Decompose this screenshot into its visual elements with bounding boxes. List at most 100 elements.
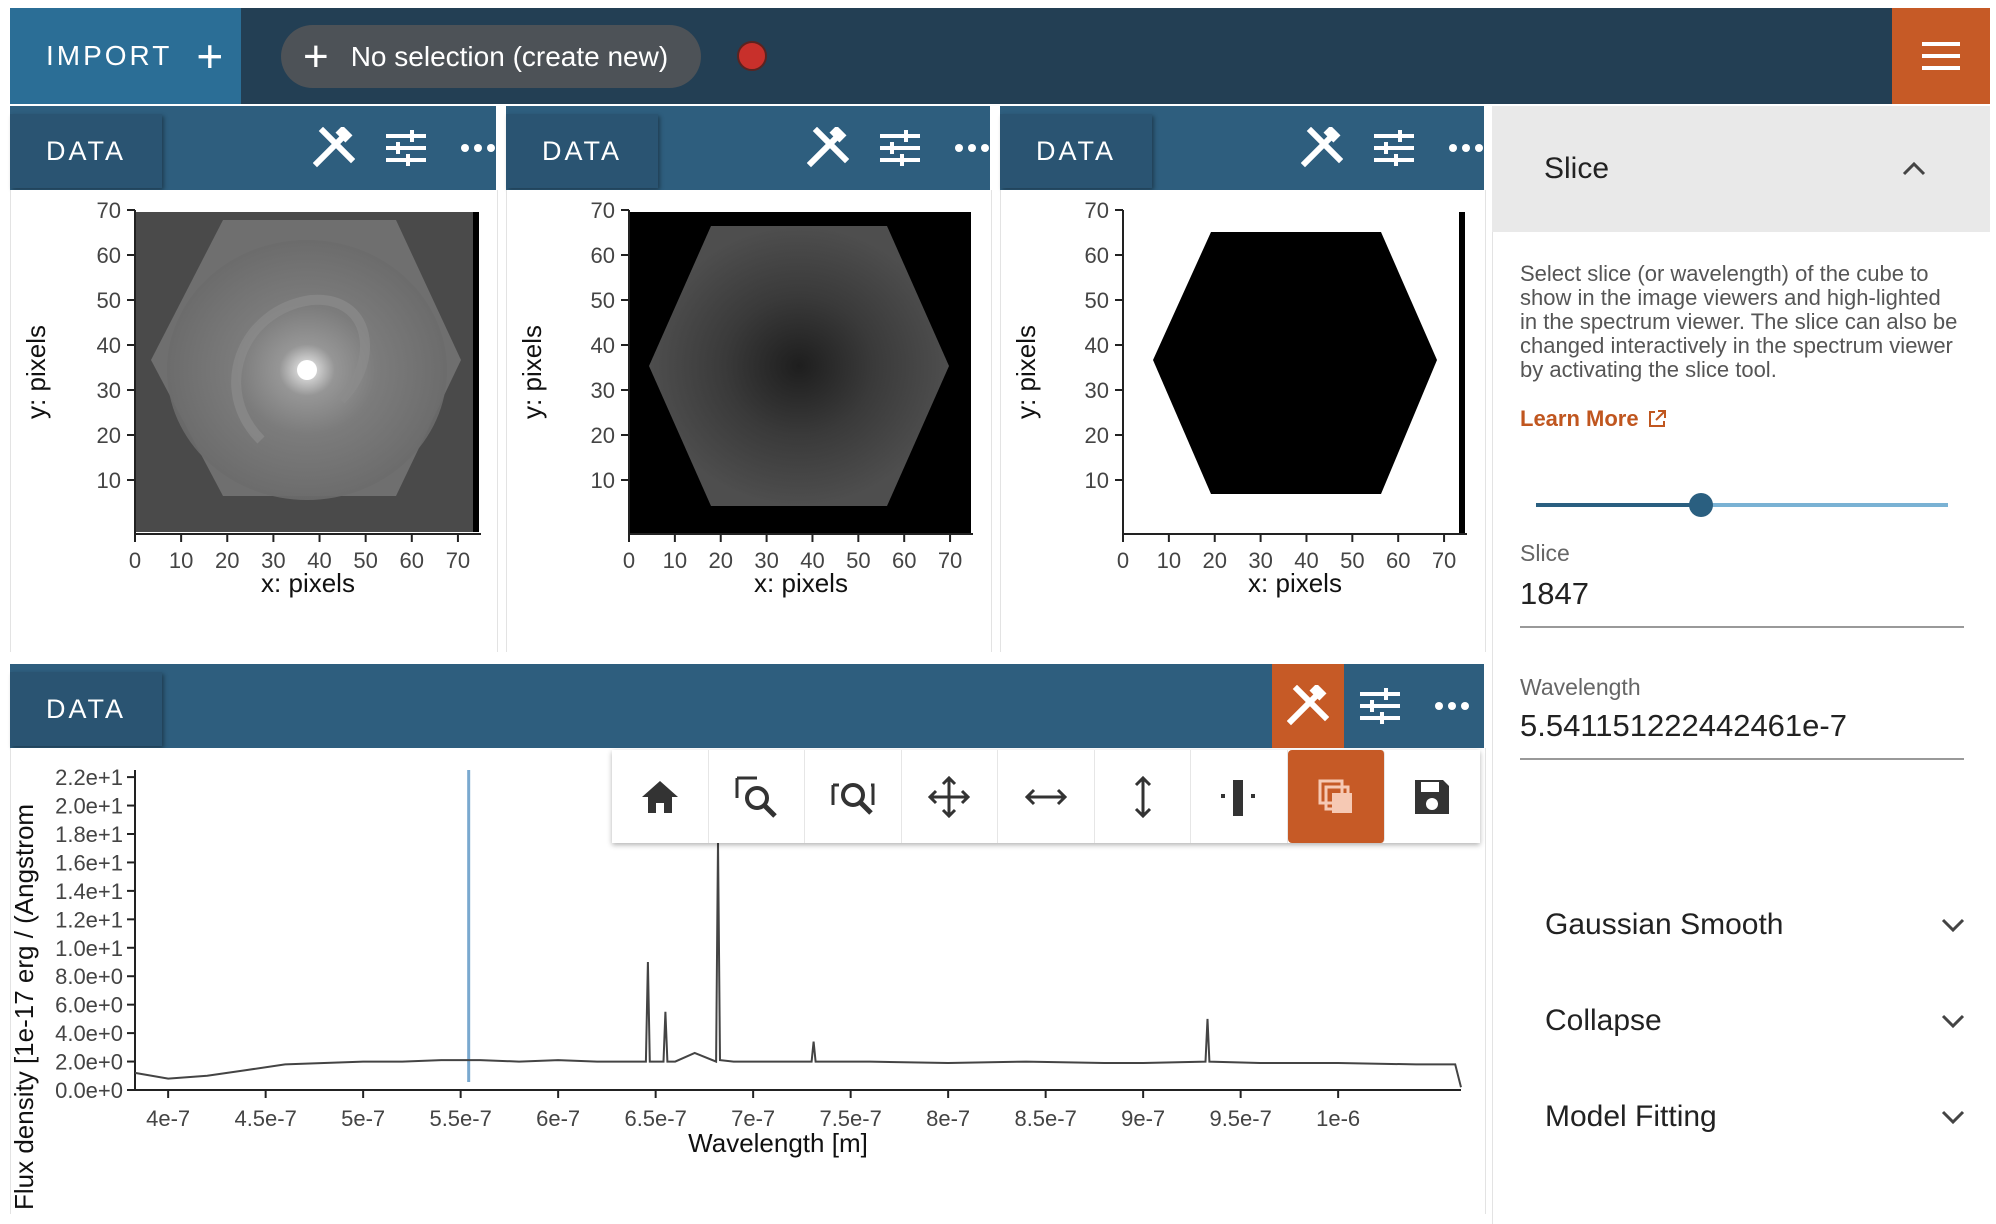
viewer-tab-label: DATA	[542, 136, 623, 166]
hammer-wrench-icon	[1287, 685, 1329, 726]
viewer-3-data-tab[interactable]: DATA	[1000, 114, 1153, 188]
plugin-title: Gaussian Smooth	[1545, 908, 1784, 941]
x-tick-label: 70	[446, 548, 470, 573]
x-tick-label: 70	[1432, 548, 1456, 573]
layer-options-button[interactable]	[370, 106, 442, 190]
y-tick-label: 1.0e+1	[55, 936, 123, 961]
model-fitting-header[interactable]: Model Fitting	[1545, 1100, 1965, 1134]
image-viewer-1[interactable]: 706050403020100 10 20 30 40 50 60 70x: pixelsy:…	[11, 190, 497, 652]
x-range-zoom-button[interactable]	[805, 750, 902, 843]
slice-tool-icon	[1221, 779, 1256, 816]
viewer-2-data-tab[interactable]: DATA	[506, 114, 659, 188]
move-arrows-icon	[928, 775, 971, 818]
more-options-button[interactable]	[1416, 664, 1488, 748]
x-tick-label: 0	[1117, 548, 1129, 573]
x-tick-label: 50	[1340, 548, 1364, 573]
x-tick-label: 4.5e-7	[234, 1106, 296, 1131]
chevron-down-icon	[1941, 918, 1965, 933]
pan-x-button[interactable]	[998, 750, 1095, 843]
image-right-edge	[1459, 212, 1465, 534]
x-tick-label: 20	[1202, 548, 1226, 573]
learn-more-label: Learn More	[1520, 406, 1639, 431]
y-tick-label: 60	[1085, 243, 1109, 268]
save-image-button[interactable]	[1385, 750, 1481, 843]
box-zoom-icon	[735, 776, 778, 818]
y-tick-label: 2.0e+0	[55, 1050, 123, 1075]
collapse-header[interactable]: Collapse	[1545, 1004, 1965, 1038]
viewer-1-header: DATA	[10, 106, 496, 190]
hammer-wrench-icon	[807, 127, 849, 168]
slice-tool-button[interactable]	[1191, 750, 1288, 843]
slider-thumb[interactable]	[1688, 493, 1713, 517]
import-button[interactable]: IMPORT +	[10, 8, 241, 104]
chevron-down-icon	[1941, 1110, 1965, 1125]
x-tick-label: 70	[938, 548, 962, 573]
image-right-edge	[473, 212, 479, 532]
slice-field-value[interactable]: 1847	[1520, 576, 1589, 612]
slider-fill	[1536, 503, 1701, 507]
y-axis-label: y: pixels	[1011, 325, 1041, 419]
x-tick-label: 5e-7	[341, 1106, 385, 1131]
slice-slider[interactable]	[1536, 490, 1948, 520]
learn-more-link[interactable]: Learn More	[1520, 406, 1667, 432]
box-zoom-button[interactable]	[709, 750, 806, 843]
more-options-button[interactable]	[936, 106, 1008, 190]
stacked-layers-icon	[1318, 779, 1352, 813]
vertical-arrows-icon	[1134, 775, 1151, 818]
tools-button[interactable]	[298, 106, 370, 190]
y-tick-label: 30	[591, 378, 615, 403]
more-options-button[interactable]	[442, 106, 514, 190]
more-horizontal-icon	[461, 144, 495, 152]
y-tick-label: 8.0e+0	[55, 964, 123, 989]
viewer-2-header: DATA	[506, 106, 990, 190]
import-label: IMPORT	[46, 40, 173, 71]
y-axis-label: y: pixels	[517, 325, 547, 419]
home-button[interactable]	[612, 750, 709, 843]
image-viewer-2[interactable]: 706050403020100 10 20 30 40 50 60 70x: pixelsy:…	[507, 190, 991, 652]
chevron-up-icon[interactable]	[1902, 160, 1926, 176]
y-tick-label: 40	[97, 333, 121, 358]
y-tick-label: 60	[591, 243, 615, 268]
home-icon	[641, 780, 678, 813]
plus-icon: +	[303, 31, 329, 81]
y-tick-label: 1.4e+1	[55, 879, 123, 904]
image-viewer-3[interactable]: 706050403020100 10 20 30 40 50 60 70x: pixelsy:…	[1001, 190, 1485, 652]
spectrum-tool-bar	[612, 750, 1480, 843]
sliders-icon	[386, 130, 426, 166]
layer-options-button[interactable]	[864, 106, 936, 190]
selection-label: No selection (create new)	[350, 40, 669, 72]
external-link-icon	[1648, 410, 1666, 427]
tools-button[interactable]	[1286, 106, 1358, 190]
y-tick-label: 10	[591, 468, 615, 493]
spectral-extraction-button[interactable]	[1287, 750, 1385, 843]
slice-field-underline	[1520, 626, 1964, 628]
hamburger-menu-button[interactable]	[1892, 8, 1990, 104]
x-tick-label: 10	[169, 548, 193, 573]
slice-expansion-header[interactable]: Slice	[1492, 106, 1990, 232]
layer-options-button[interactable]	[1344, 664, 1416, 748]
viewer-3-header: DATA	[1000, 106, 1484, 190]
x-tick-label: 10	[663, 548, 687, 573]
gaussian-smooth-header[interactable]: Gaussian Smooth	[1545, 908, 1965, 942]
spectrum-data-tab[interactable]: DATA	[10, 672, 163, 746]
layer-options-button[interactable]	[1358, 106, 1430, 190]
y-tick-label: 50	[97, 288, 121, 313]
wavelength-field-value[interactable]: 5.541151222442461e-7	[1520, 708, 1847, 744]
y-tick-label: 20	[1085, 423, 1109, 448]
viewer-1-data-tab[interactable]: DATA	[10, 114, 163, 188]
x-tick-label: 6.5e-7	[624, 1106, 686, 1131]
tools-button[interactable]	[792, 106, 864, 190]
data-selection-chip[interactable]: + No selection (create new)	[281, 25, 701, 88]
y-tick-label: 4.0e+0	[55, 1021, 123, 1046]
y-tick-label: 40	[591, 333, 615, 358]
x-tick-label: 9.5e-7	[1209, 1106, 1271, 1131]
spectrum-viewer-header: DATA	[10, 664, 1484, 748]
viewer-3-body: 70 60 50 40 30 20 10 0 10 20 30 40 50 60 70 x: pixels y:…	[1000, 190, 1486, 652]
y-tick-label: 0.0e+0	[55, 1078, 123, 1103]
tools-button-active[interactable]	[1272, 664, 1344, 748]
x-tick-label: 0	[129, 548, 141, 573]
pan-zoom-button[interactable]	[902, 750, 999, 843]
y-tick-label: 20	[97, 423, 121, 448]
pan-y-button[interactable]	[1095, 750, 1192, 843]
x-axis-label: x: pixels	[261, 568, 355, 598]
